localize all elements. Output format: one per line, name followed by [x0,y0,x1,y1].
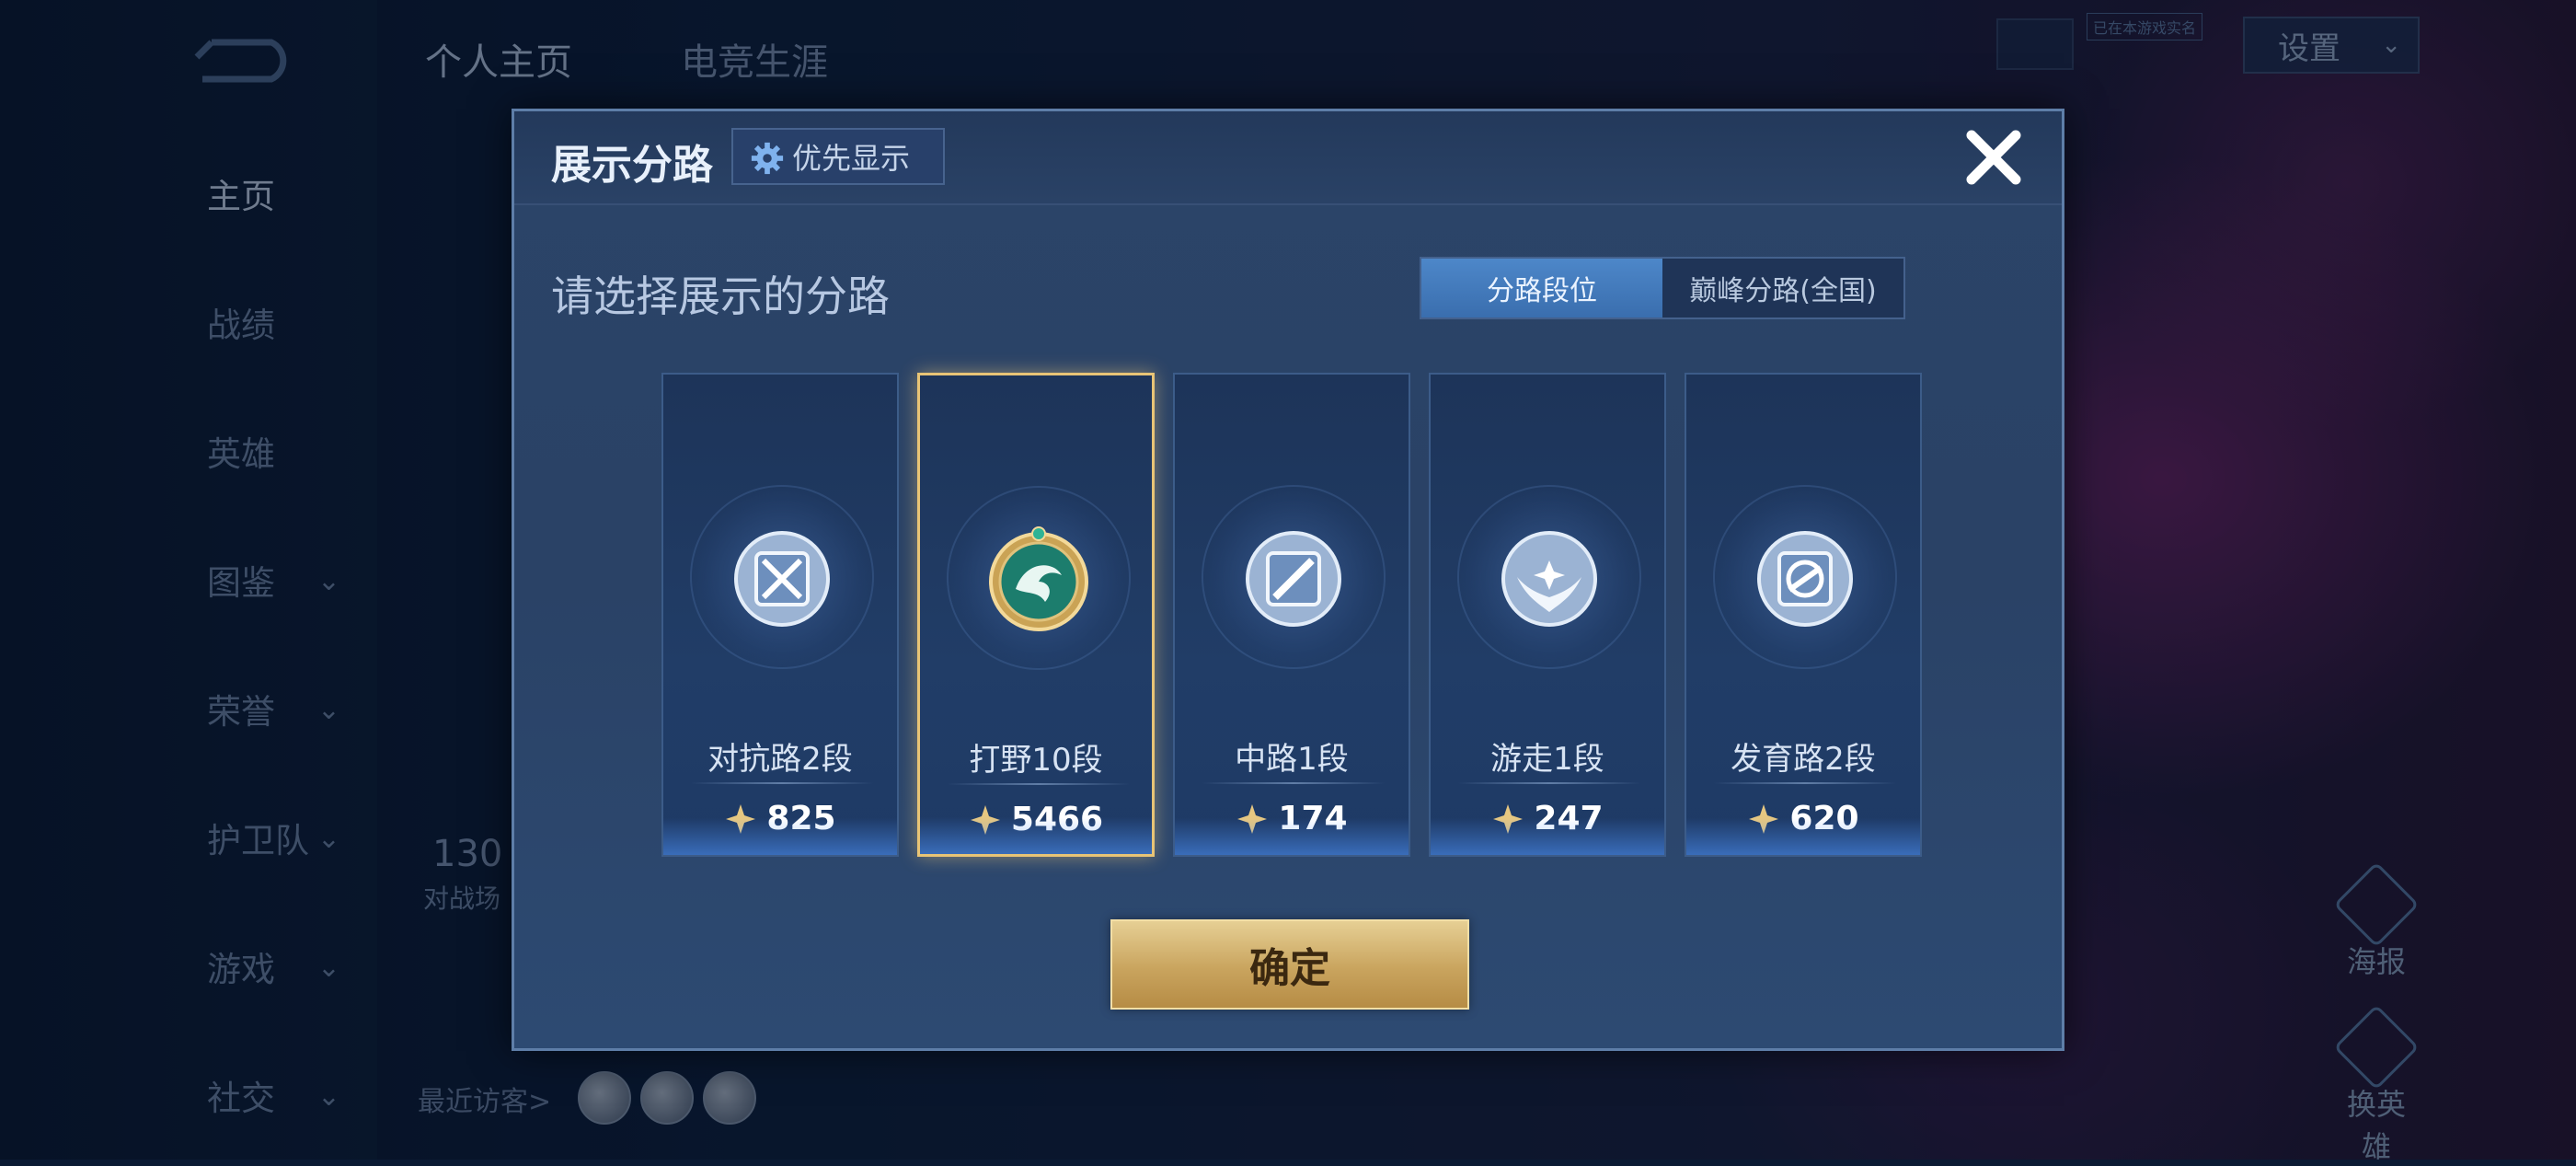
divider [948,783,1130,785]
priority-display-button[interactable]: 优先显示 [731,128,945,185]
priority-label: 优先显示 [792,141,911,176]
lane-card-clash[interactable]: 对抗路2段 825 [661,373,899,857]
tab-lane-rank[interactable]: 分路段位 [1421,259,1662,317]
dialog-header: 展示分路 优先显示 [514,111,2062,205]
dialog-subtitle: 请选择展示的分路 [551,271,890,321]
lane-name: 游走1段 [1490,741,1604,778]
divider [1714,782,1896,784]
lane-name: 打野10段 [969,742,1103,779]
clash-lane-badge-icon [734,531,830,627]
lane-name: 中路1段 [1235,741,1349,778]
rank-type-toggle: 分路段位 巅峰分路(全国) [1420,257,1905,319]
card-glow [663,818,897,855]
divider [1458,782,1640,784]
tab-peak-lane[interactable]: 巅峰分路(全国) [1662,259,1903,317]
lane-name: 对抗路2段 [707,741,853,778]
card-glow [1686,818,1920,855]
lane-card-mid[interactable]: 中路1段 174 [1173,373,1410,857]
divider [1202,782,1385,784]
roam-wings-badge-icon [1501,531,1597,627]
divider [691,782,873,784]
lane-card-roam[interactable]: 游走1段 247 [1429,373,1666,857]
gear-icon [751,142,784,175]
dialog-title: 展示分路 [551,142,713,189]
close-icon[interactable] [1959,122,2029,192]
jungle-dragon-badge-icon [989,526,1088,631]
farm-lane-badge-icon [1757,531,1853,627]
mid-lane-badge-icon [1246,531,1341,627]
lane-name: 发育路2段 [1731,741,1876,778]
card-glow [1175,818,1409,855]
lane-card-farm[interactable]: 发育路2段 620 [1685,373,1922,857]
card-glow [1431,818,1664,855]
lane-display-dialog: 展示分路 优先显示 请选择展示的分路 分路段位 巅峰分路(全国) 对抗路2段 打… [512,109,2064,1051]
card-glow [920,817,1152,854]
confirm-button[interactable]: 确定 [1110,919,1469,1010]
lane-card-jungle[interactable]: 打野10段 5466 [917,373,1155,857]
